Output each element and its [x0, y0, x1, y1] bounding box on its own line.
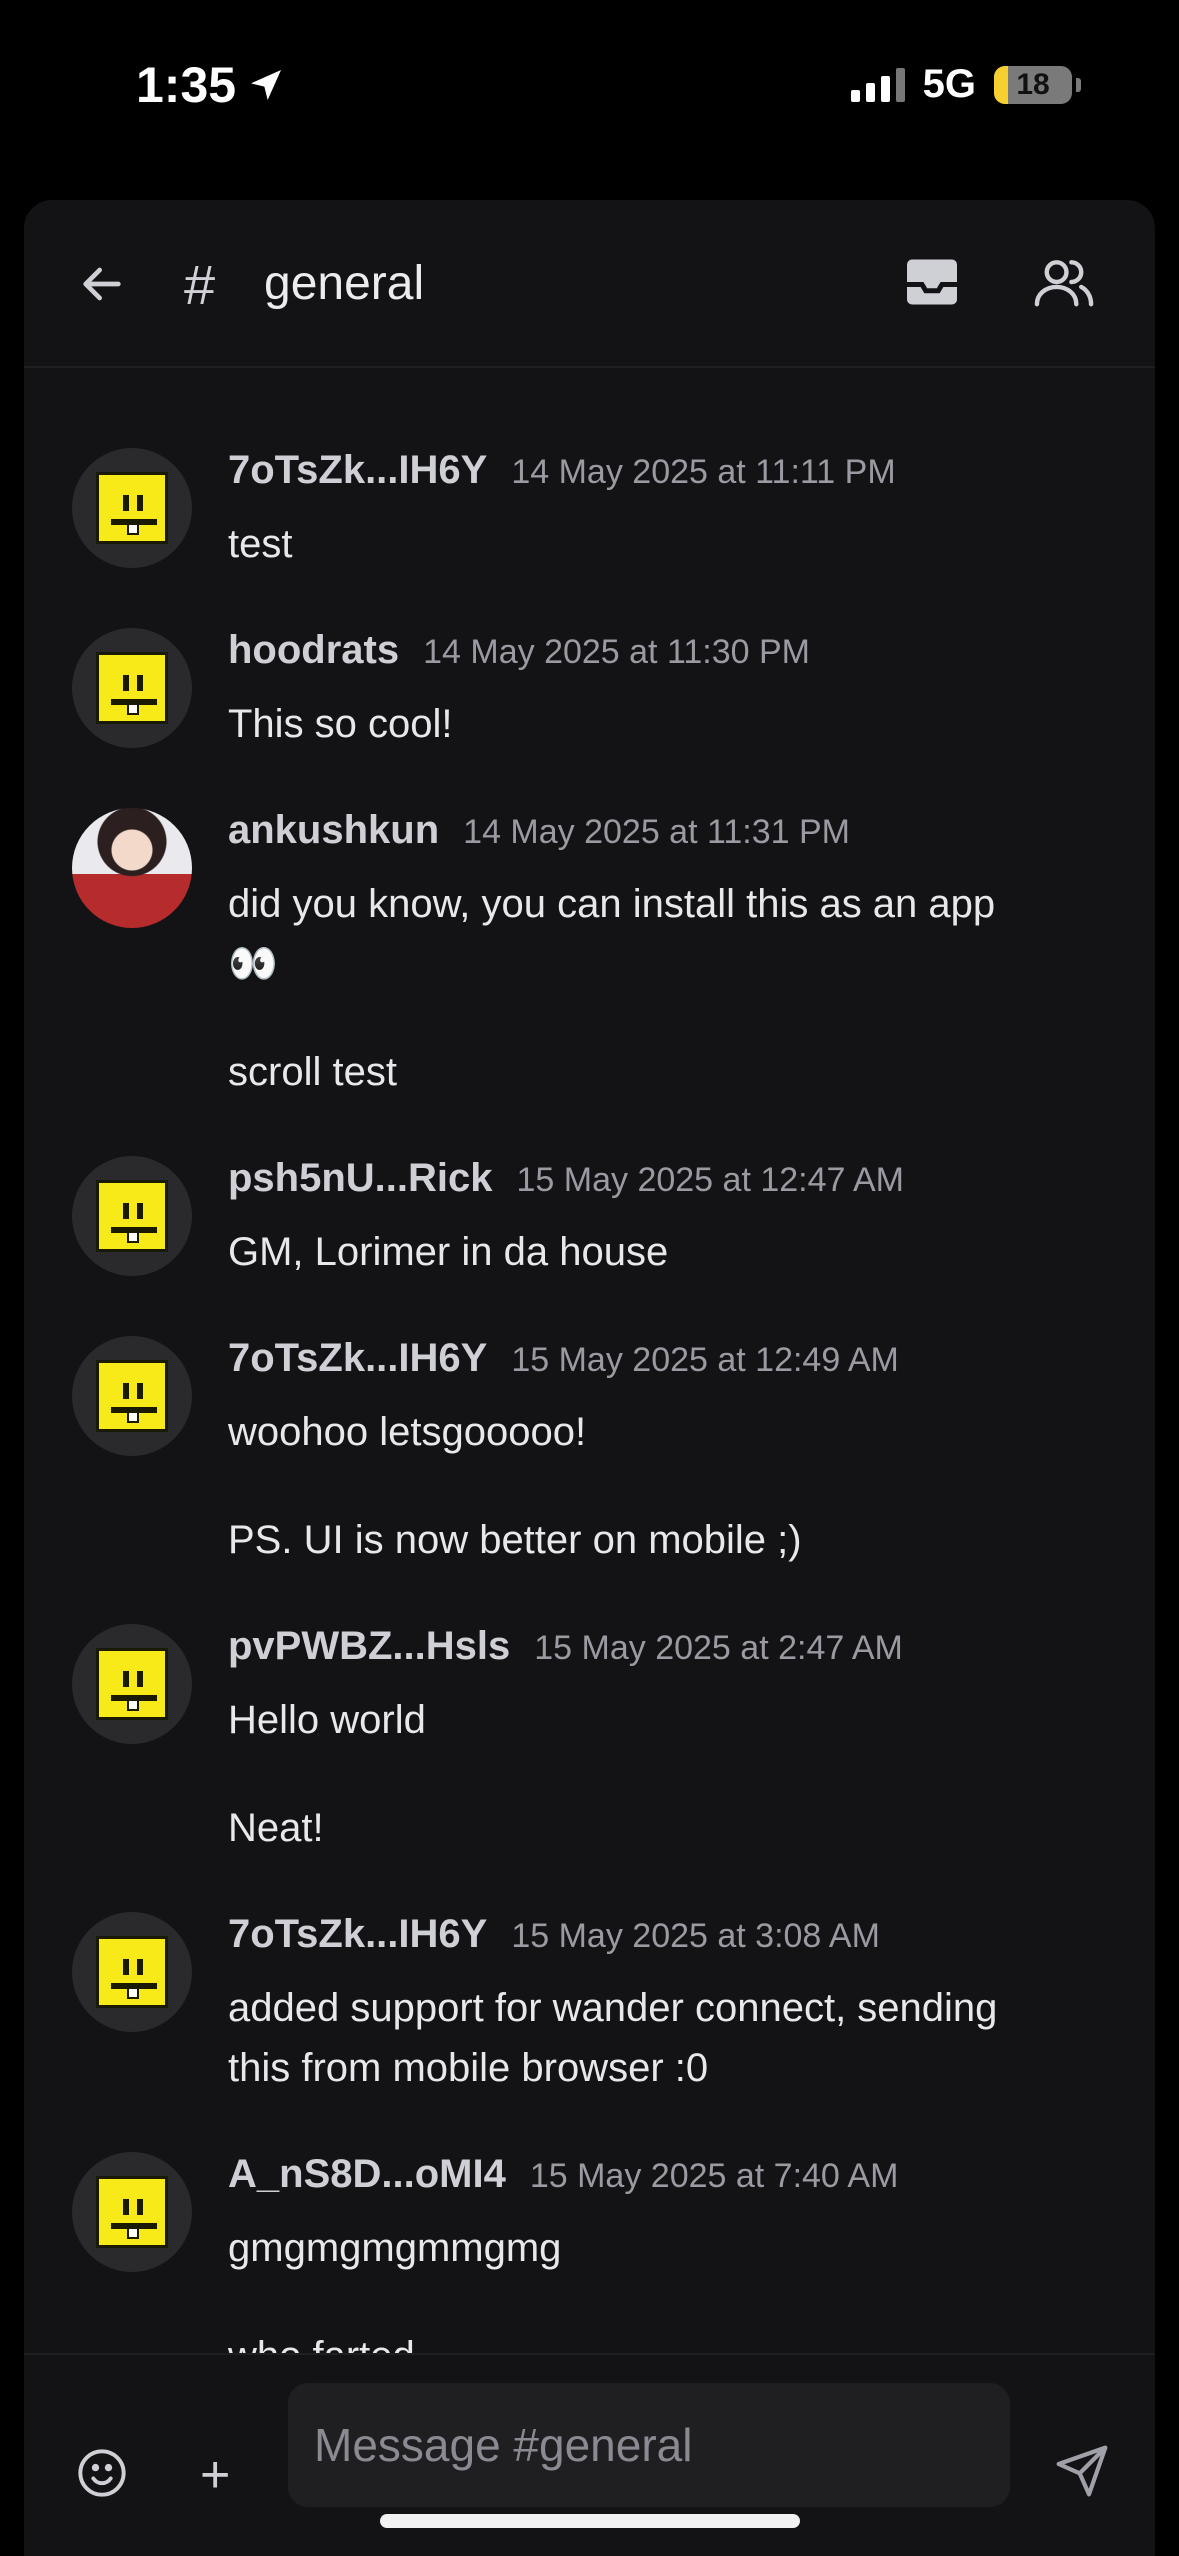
- members-icon[interactable]: [1032, 252, 1096, 312]
- avatar[interactable]: [72, 448, 192, 568]
- avatar[interactable]: [72, 1912, 192, 2032]
- emoji-icon[interactable]: [76, 2447, 128, 2499]
- timestamp: 15 May 2025 at 2:47 AM: [534, 1629, 903, 1667]
- plus-icon[interactable]: +: [200, 2449, 230, 2501]
- author-name[interactable]: 7oTsZk...IH6Y: [228, 1336, 487, 1381]
- timestamp: 14 May 2025 at 11:31 PM: [463, 813, 850, 851]
- avatar[interactable]: [72, 1624, 192, 1744]
- pixel-face-icon: [96, 472, 168, 544]
- message-meta: hoodrats 14 May 2025 at 11:30 PM: [228, 628, 810, 673]
- status-time: 1:35: [136, 56, 286, 114]
- message-item[interactable]: A_nS8D...oMI4 15 May 2025 at 7:40 AM gmgmg…: [24, 2152, 1155, 2353]
- message-text: did you know, you can install this as an…: [228, 882, 996, 926]
- message-meta: A_nS8D...oMI4 15 May 2025 at 7:40 AM: [228, 2152, 898, 2197]
- avatar[interactable]: [72, 628, 192, 748]
- timestamp: 15 May 2025 at 3:08 AM: [511, 1917, 880, 1955]
- message-text: gmgmgmgmmgmg: [228, 2226, 562, 2270]
- message-text: who farted: [228, 2326, 1128, 2353]
- battery-percent: 18: [1016, 67, 1050, 101]
- timestamp: 15 May 2025 at 12:49 AM: [511, 1341, 899, 1379]
- message-text: This so cool!: [228, 702, 453, 746]
- message-meta: pvPWBZ...Hsls 15 May 2025 at 2:47 AM: [228, 1624, 903, 1669]
- message-text: Hello world: [228, 1698, 426, 1742]
- author-name[interactable]: A_nS8D...oMI4: [228, 2152, 506, 2197]
- battery-icon: 18: [994, 65, 1072, 104]
- message-text: test: [228, 522, 293, 566]
- message-text: PS. UI is now better on mobile ;): [228, 1518, 802, 1562]
- chat-app: # general 7oTsZk...IH6Y 14 May 2025 at 11…: [24, 200, 1155, 2556]
- message-item[interactable]: ankushkun 14 May 2025 at 11:31 PM did you …: [24, 808, 1155, 1094]
- message-item[interactable]: 7oTsZk...IH6Y 14 May 2025 at 11:11 PM test: [24, 448, 1155, 648]
- battery-nub: [1076, 77, 1081, 92]
- message-list[interactable]: 7oTsZk...IH6Y 14 May 2025 at 11:11 PM test…: [24, 368, 1155, 2353]
- message-text: woohoo letsgooooo!: [228, 1410, 587, 1454]
- pixel-face-icon: [96, 1360, 168, 1432]
- message-text: 👀: [228, 942, 278, 986]
- message-item[interactable]: hoodrats 14 May 2025 at 11:30 PM This so c…: [24, 628, 1155, 828]
- message-meta: 7oTsZk...IH6Y 15 May 2025 at 12:49 AM: [228, 1336, 899, 1381]
- author-name[interactable]: 7oTsZk...IH6Y: [228, 448, 487, 493]
- author-name[interactable]: hoodrats: [228, 628, 399, 673]
- message-text: GM, Lorimer in da house: [228, 1230, 669, 1274]
- message-meta: ankushkun 14 May 2025 at 11:31 PM: [228, 808, 850, 853]
- avatar[interactable]: [72, 2152, 192, 2272]
- pixel-face-icon: [96, 1180, 168, 1252]
- message-input[interactable]: [288, 2383, 1010, 2507]
- back-arrow-icon[interactable]: [74, 256, 130, 312]
- pixel-face-icon: [96, 2176, 168, 2248]
- message-meta: 7oTsZk...IH6Y 14 May 2025 at 11:11 PM: [228, 448, 896, 493]
- pixel-face-icon: [96, 1936, 168, 2008]
- author-name[interactable]: pvPWBZ...Hsls: [228, 1624, 510, 1669]
- timestamp: 15 May 2025 at 7:40 AM: [529, 2157, 899, 2195]
- channel-header: # general: [24, 200, 1155, 368]
- message-item[interactable]: psh5nU...Rick 15 May 2025 at 12:47 AM GM, …: [24, 1156, 1155, 1356]
- author-name[interactable]: ankushkun: [228, 808, 439, 853]
- message-meta: psh5nU...Rick 15 May 2025 at 12:47 AM: [228, 1156, 904, 1201]
- timestamp: 15 May 2025 at 12:47 AM: [516, 1161, 904, 1199]
- status-bar: 1:35 5G 18: [0, 0, 1179, 176]
- channel-title: general: [264, 257, 425, 310]
- timestamp: 14 May 2025 at 11:30 PM: [423, 633, 810, 671]
- pixel-face-icon: [96, 1648, 168, 1720]
- location-arrow-icon: [251, 70, 282, 100]
- message-item[interactable]: 7oTsZk...IH6Y 15 May 2025 at 3:08 AM added…: [24, 1912, 1155, 2112]
- home-indicator: [380, 2514, 800, 2528]
- avatar[interactable]: [72, 1336, 192, 1456]
- timestamp: 14 May 2025 at 11:11 PM: [511, 453, 896, 491]
- cellular-signal-icon: [850, 67, 905, 102]
- message-meta: 7oTsZk...IH6Y 15 May 2025 at 3:08 AM: [228, 1912, 880, 1957]
- inbox-icon[interactable]: [902, 252, 962, 312]
- author-name[interactable]: psh5nU...Rick: [228, 1156, 493, 1201]
- author-name[interactable]: 7oTsZk...IH6Y: [228, 1912, 487, 1957]
- clock: 1:35: [136, 57, 237, 113]
- message-item[interactable]: 7oTsZk...IH6Y 15 May 2025 at 12:49 AM wooh…: [24, 1336, 1155, 1562]
- message-text: added support for wander connect, sendin…: [228, 1986, 998, 2030]
- network-type: 5G: [922, 62, 976, 106]
- send-icon[interactable]: [1054, 2443, 1110, 2499]
- hash-icon: #: [184, 253, 216, 316]
- message-item[interactable]: pvPWBZ...Hsls 15 May 2025 at 2:47 AM Hello…: [24, 1624, 1155, 1850]
- avatar[interactable]: [72, 1156, 192, 1276]
- avatar[interactable]: [72, 808, 192, 928]
- status-indicators: 5G 18: [850, 62, 1081, 107]
- message-text: this from mobile browser :0: [228, 2046, 709, 2090]
- message-text: scroll test: [228, 1050, 397, 1094]
- message-text: Neat!: [228, 1806, 324, 1850]
- pixel-face-icon: [96, 652, 168, 724]
